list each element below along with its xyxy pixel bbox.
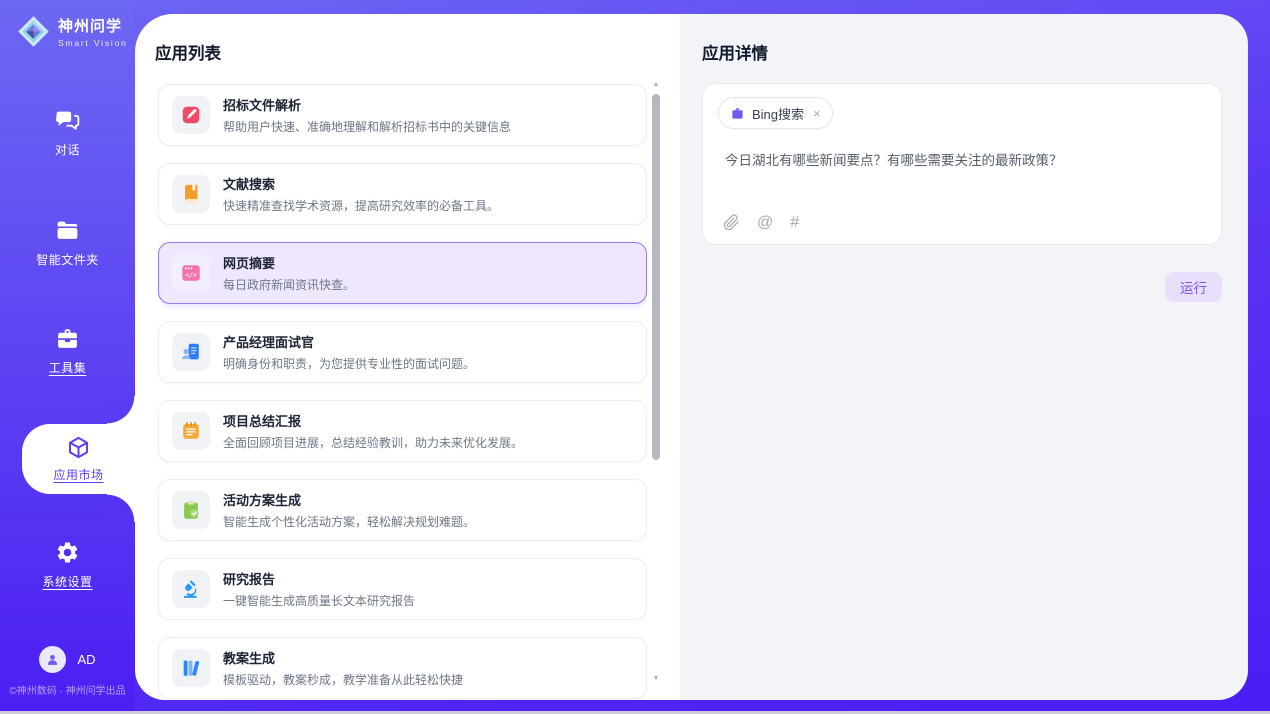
scroll-up-icon[interactable]: ▲ [650,80,662,90]
scrollbar-thumb[interactable] [652,94,660,460]
tool-chip-bing-search[interactable]: Bing搜索 × [718,97,833,129]
webpage-icon: </> [172,254,210,292]
note-icon [172,412,210,450]
briefcase-icon [730,106,745,121]
app-card-desc: 帮助用户快速、准确地理解和解析招标书中的关键信息 [223,118,511,135]
prompt-input[interactable]: 今日湖北有哪些新闻要点？有哪些需要关注的最新政策？ [725,151,1201,171]
prompt-toolbar: @# [723,214,799,231]
toolbox-icon [54,326,81,351]
sidebar-item-label: 智能文件夹 [36,251,99,268]
folder-icon [54,218,81,243]
book-icon [172,175,210,213]
sidebar-item-app-market[interactable]: 应用市场 [22,424,135,494]
app-card-title: 研究报告 [223,569,415,588]
app-card[interactable]: 活动方案生成 智能生成个性化活动方案，轻松解决规划难题。 [158,479,647,541]
app-card[interactable]: 文献搜索 快速精准查找学术资源，提高研究效率的必备工具。 [158,163,647,225]
app-card-desc: 全面回顾项目进展，总结经验教训，助力未来优化发展。 [223,434,523,451]
app-list-panel: 应用列表 招标文件解析 帮助用户快速、准确地理解和解析招标书中的关键信息 文献搜… [135,14,680,700]
app-card-desc: 智能生成个性化活动方案，轻松解决规划难题。 [223,513,475,530]
app-card[interactable]: 招标文件解析 帮助用户快速、准确地理解和解析招标书中的关键信息 [158,84,647,146]
doc-edit-icon [172,96,210,134]
chip-close-icon[interactable]: × [813,106,821,121]
app-card-desc: 每日政府新闻资讯快查。 [223,276,355,293]
prompt-card: Bing搜索 × 今日湖北有哪些新闻要点？有哪些需要关注的最新政策？ @# [702,83,1222,245]
app-card-desc: 快速精准查找学术资源，提高研究效率的必备工具。 [223,197,499,214]
cube-icon [65,435,92,460]
sidebar-item-chat[interactable]: 对话 [0,108,135,158]
app-card-title: 教案生成 [223,648,463,667]
run-button[interactable]: 运行 [1165,272,1222,302]
clipboard-check-icon [172,491,210,529]
scrollbar[interactable]: ▲ ▼ [650,80,662,684]
app-card-title: 活动方案生成 [223,490,475,509]
main-panel: 应用列表 招标文件解析 帮助用户快速、准确地理解和解析招标书中的关键信息 文献搜… [135,14,1248,700]
app-detail-title: 应用详情 [702,40,768,64]
microscope-icon [172,570,210,608]
app-card-desc: 一键智能生成高质量长文本研究报告 [223,592,415,609]
tool-chip-label: Bing搜索 [752,104,804,123]
app-window: { "brand": { "name": "神州问学", "tagline": … [0,0,1270,714]
sidebar: 神州问学 Smart Vision 对话 智能文件夹 工具集 应用市场 系统设置… [0,0,135,714]
interviewer-icon [172,333,210,371]
sidebar-item-label: 对话 [55,141,80,158]
user-account[interactable]: AD [0,646,135,673]
user-initials: AD [77,652,95,667]
copyright-footer: ©神州数码 · 神州问学出品 [0,682,135,697]
attachment-icon[interactable] [723,214,740,231]
scroll-down-icon[interactable]: ▼ [650,674,662,684]
chat-icon [54,108,81,133]
gear-icon [54,540,81,565]
app-detail-panel: 应用详情 Bing搜索 × 今日湖北有哪些新闻要点？有哪些需要关注的最新政策？ … [680,14,1248,700]
app-card-desc: 明确身份和职责，为您提供专业性的面试问题。 [223,355,475,372]
app-card-title: 招标文件解析 [223,95,511,114]
books-icon [172,649,210,687]
app-card[interactable]: </> 网页摘要 每日政府新闻资讯快查。 [158,242,647,304]
app-list-title: 应用列表 [155,40,221,64]
app-card[interactable]: 产品经理面试官 明确身份和职责，为您提供专业性的面试问题。 [158,321,647,383]
app-card-title: 产品经理面试官 [223,332,475,351]
app-card-title: 网页摘要 [223,253,355,272]
avatar [39,646,66,673]
sidebar-item-label: 应用市场 [53,466,103,483]
app-list: 招标文件解析 帮助用户快速、准确地理解和解析招标书中的关键信息 文献搜索 快速精… [158,84,647,700]
app-card[interactable]: 项目总结汇报 全面回顾项目进展，总结经验教训，助力未来优化发展。 [158,400,647,462]
sidebar-item-label: 系统设置 [42,573,92,590]
app-card-title: 文献搜索 [223,174,499,193]
sidebar-item-settings[interactable]: 系统设置 [0,540,135,590]
app-card[interactable]: 研究报告 一键智能生成高质量长文本研究报告 [158,558,647,620]
app-card[interactable]: 教案生成 模板驱动，教案秒成，教学准备从此轻松快捷 [158,637,647,699]
app-card-title: 项目总结汇报 [223,411,523,430]
sidebar-nav: 对话 智能文件夹 工具集 应用市场 系统设置 [0,0,135,714]
sidebar-item-toolset[interactable]: 工具集 [0,326,135,376]
hash-icon[interactable]: # [790,214,799,231]
mention-icon[interactable]: @ [757,214,773,231]
svg-text:</>: </> [185,271,197,279]
sidebar-item-smart-folder[interactable]: 智能文件夹 [0,218,135,268]
app-card-desc: 模板驱动，教案秒成，教学准备从此轻松快捷 [223,671,463,688]
sidebar-item-label: 工具集 [49,359,87,376]
